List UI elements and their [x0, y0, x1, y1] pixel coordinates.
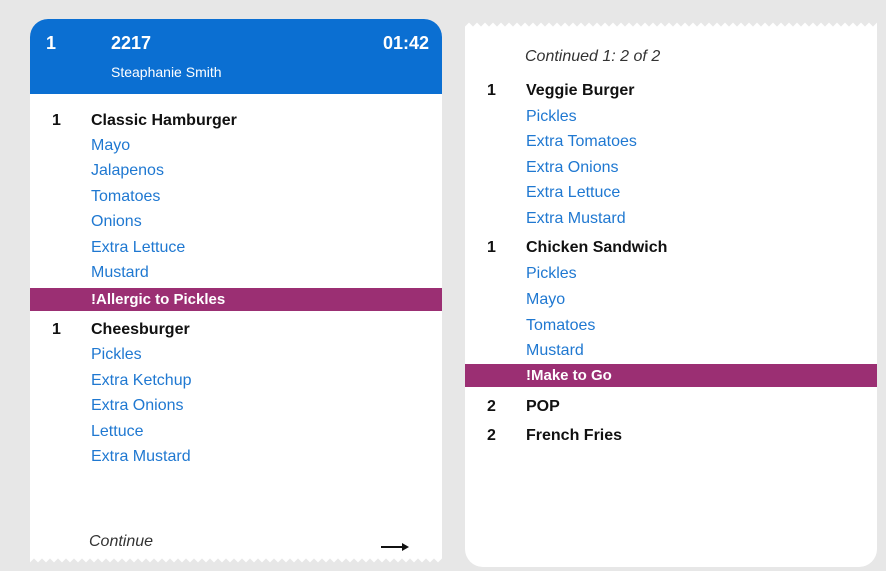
- item-name: French Fries: [526, 427, 623, 444]
- order-item[interactable]: 1 Chicken Sandwich: [465, 235, 877, 260]
- item-modifier: Pickles: [526, 108, 577, 125]
- allergy-alert: !Allergic to Pickles: [30, 288, 442, 311]
- item-quantity: 1: [52, 112, 61, 129]
- order-ticket-continued[interactable]: Continued 1: 2 of 2 1 Veggie Burger Pick…: [465, 22, 877, 567]
- item-modifier: Pickles: [526, 265, 577, 282]
- order-item[interactable]: 2 French Fries: [465, 423, 877, 448]
- item-modifier: Lettuce: [91, 423, 144, 440]
- item-modifier: Extra Onions: [91, 397, 184, 414]
- item-name: POP: [526, 398, 560, 415]
- item-name: Classic Hamburger: [91, 112, 237, 129]
- item-modifier: Extra Lettuce: [91, 239, 186, 256]
- item-modifier: Pickles: [91, 346, 142, 363]
- item-modifier: Extra Mustard: [91, 448, 191, 465]
- seat-number: 1: [46, 33, 57, 53]
- item-modifier: Mayo: [91, 137, 131, 154]
- item-quantity: 1: [487, 82, 496, 99]
- item-modifier: Extra Onions: [526, 159, 619, 176]
- order-item[interactable]: 2 POP: [465, 394, 877, 419]
- item-modifier: Mustard: [526, 342, 584, 359]
- ticket-perforation: [465, 22, 877, 28]
- item-modifier: Extra Tomatoes: [526, 133, 637, 150]
- item-name: Cheesburger: [91, 321, 190, 338]
- item-name: Veggie Burger: [526, 82, 635, 99]
- customer-name: Steaphanie Smith: [111, 64, 222, 80]
- order-item[interactable]: 1 Veggie Burger: [465, 78, 877, 103]
- make-to-go-alert: !Make to Go: [465, 364, 877, 387]
- item-quantity: 1: [52, 321, 61, 338]
- item-modifier: Extra Mustard: [526, 210, 626, 227]
- order-item[interactable]: 1 Classic Hamburger: [30, 108, 442, 133]
- item-modifier: Mustard: [91, 264, 149, 281]
- order-number: 2217: [111, 33, 152, 53]
- order-ticket-2217[interactable]: 1 2217 Steaphanie Smith 01:42 1 Classic …: [30, 19, 442, 563]
- arrow-right-icon[interactable]: [380, 541, 410, 553]
- order-item[interactable]: 1 Cheesburger: [30, 317, 442, 342]
- item-modifier: Onions: [91, 213, 142, 230]
- item-modifier: Tomatoes: [526, 317, 596, 334]
- item-quantity: 1: [487, 239, 496, 256]
- ticket-header[interactable]: 1 2217 Steaphanie Smith 01:42: [30, 19, 442, 94]
- continue-label: Continue: [89, 533, 154, 550]
- continued-label: Continued 1: 2 of 2: [525, 48, 661, 65]
- item-modifier: Extra Lettuce: [526, 184, 621, 201]
- item-modifier: Extra Ketchup: [91, 372, 192, 389]
- item-modifier: Tomatoes: [91, 188, 161, 205]
- item-name: Chicken Sandwich: [526, 239, 668, 256]
- ticket-perforation: [30, 557, 442, 563]
- item-modifier: Mayo: [526, 291, 566, 308]
- item-modifier: Jalapenos: [91, 162, 164, 179]
- item-quantity: 2: [487, 398, 496, 415]
- order-timer: 01:42: [382, 33, 429, 53]
- item-quantity: 2: [487, 427, 496, 444]
